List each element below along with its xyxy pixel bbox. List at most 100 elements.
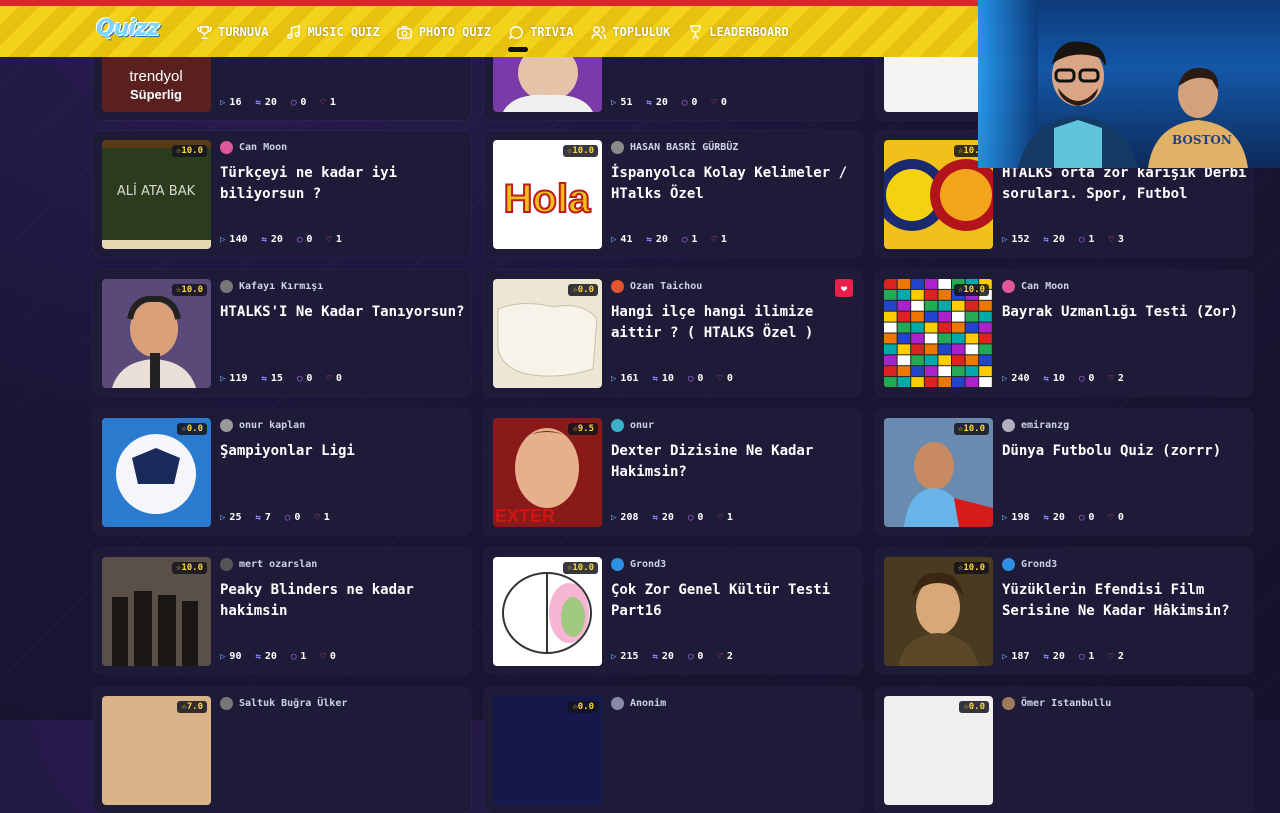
quiz-thumbnail[interactable]: ☆10.0 — [493, 557, 602, 666]
quiz-author[interactable]: onur — [611, 419, 654, 432]
likes-stat[interactable]: ♡ 1 — [326, 234, 341, 245]
quiz-thumbnail[interactable]: ☆0.0 — [102, 418, 211, 527]
nav-item-leaderboard[interactable]: LEADERBOARD — [687, 20, 789, 44]
quiz-stats: ▷ 25 ⇆ 7 ◯ 0 ♡ 1 — [220, 512, 330, 523]
likes-stat[interactable]: ♡ 3 — [1108, 234, 1123, 245]
svg-text:ALİ ATA BAK: ALİ ATA BAK — [117, 183, 196, 199]
author-name: Ömer Istanbullu — [1021, 698, 1112, 709]
rating-badge: ☆10.0 — [562, 562, 598, 574]
quiz-title[interactable]: HTALKS'I Ne Kadar Tanıyorsun? — [220, 302, 465, 323]
likes-stat[interactable]: ♡ 1 — [717, 512, 732, 523]
plays-stat: ▷ 41 — [611, 234, 633, 245]
quiz-thumbnail[interactable]: ☆10.0 — [102, 279, 211, 388]
quiz-card[interactable]: EXTER ☆9.5 onur Dexter Dizisine Ne Kadar Ha… — [484, 409, 862, 535]
quiz-card[interactable]: ☆10.0 Can Moon Bayrak Uzmanlığı Testi (Zor… — [875, 270, 1253, 396]
users-icon — [590, 24, 606, 40]
quiz-title[interactable]: Peaky Blinders ne kadar hakimsin — [220, 580, 465, 622]
quiz-title[interactable]: Türkçeyi ne kadar iyi biliyorsun ? — [220, 163, 465, 205]
rating-badge: ☆10.0 — [953, 423, 989, 435]
plays-stat: ▷ 119 — [220, 373, 248, 384]
rating-badge: ☆10.0 — [171, 562, 207, 574]
quiz-author[interactable]: Kafayı Kırmışı — [220, 280, 323, 293]
plays-stat: ▷ 16 — [220, 97, 242, 108]
likes-stat[interactable]: ♡ 0 — [711, 97, 726, 108]
quiz-card[interactable]: ☆10.0 Kafayı Kırmışı HTALKS'I Ne Kadar Tan… — [93, 270, 471, 396]
quiz-thumbnail[interactable]: Hola ☆10.0 — [493, 140, 602, 249]
quiz-author[interactable]: Saltuk Buğra Ülker — [220, 697, 347, 710]
quiz-card[interactable]: ☆7.0 Saltuk Buğra Ülker — [93, 687, 471, 813]
nav-item-trivia[interactable]: TRIVIA — [508, 20, 573, 52]
play-icon: ▷ — [220, 512, 226, 523]
quiz-thumbnail[interactable]: ☆10.0 — [102, 557, 211, 666]
quiz-title[interactable]: Dexter Dizisine Ne Kadar Hakimsin? — [611, 441, 856, 483]
quiz-card[interactable]: ☆10.0 emiranzg Dünya Futbolu Quiz (zorrr) … — [875, 409, 1253, 535]
quiz-card[interactable]: ☆10.0 Grond3 Çok Zor Genel Kültür Testi Pa… — [484, 548, 862, 674]
nav-item-turnuva[interactable]: TURNUVA — [196, 20, 269, 44]
quiz-card[interactable]: ☆0.0 Ömer Istanbullu — [875, 687, 1253, 813]
likes-stat[interactable]: ♡ 2 — [717, 651, 732, 662]
nav-item-photo-quiz[interactable]: PHOTO QUIZ — [397, 20, 491, 44]
quiz-author[interactable]: Can Moon — [220, 141, 287, 154]
likes-stat[interactable]: ♡ 1 — [320, 97, 335, 108]
quiz-title[interactable]: Yüzüklerin Efendisi Film Serisine Ne Kad… — [1002, 580, 1247, 622]
quiz-card[interactable]: ☆10.0 Grond3 Yüzüklerin Efendisi Film Seri… — [875, 548, 1253, 674]
comments-stat: ◯ 0 — [284, 512, 301, 523]
quiz-author[interactable]: HASAN BASRİ GÜRBÜZ — [611, 141, 738, 154]
quiz-card[interactable]: ☆10.0 mert ozarslan Peaky Blinders ne kada… — [93, 548, 471, 674]
quiz-card[interactable]: ☆0.0 Ozan Taichou ❤ Hangi ilçe hangi ilimiz… — [484, 270, 862, 396]
likes-stat[interactable]: ♡ 0 — [717, 373, 732, 384]
quiz-thumbnail[interactable]: ALİ ATA BAK ☆10.0 — [102, 140, 211, 249]
quiz-thumbnail[interactable]: ☆10.0 — [884, 557, 993, 666]
site-logo[interactable]: Quizz — [96, 16, 160, 41]
gift-icon[interactable]: ❤ — [835, 279, 853, 297]
likes-stat[interactable]: ♡ 1 — [314, 512, 329, 523]
quiz-author[interactable]: onur kaplan — [220, 419, 305, 432]
quiz-author[interactable]: Ömer Istanbullu — [1002, 697, 1111, 710]
quiz-thumbnail[interactable]: EXTER ☆9.5 — [493, 418, 602, 527]
comment-icon: ◯ — [681, 97, 688, 108]
likes-stat[interactable]: ♡ 0 — [1108, 512, 1123, 523]
avatar — [1002, 280, 1015, 293]
quiz-thumbnail[interactable]: ☆0.0 — [493, 279, 602, 388]
plays-stat: ▷ 25 — [220, 512, 242, 523]
quiz-thumbnail[interactable]: ☆0.0 — [884, 696, 993, 805]
quiz-card[interactable]: Hola ☆10.0 HASAN BASRİ GÜRBÜZ İspanyolca Ko… — [484, 131, 862, 257]
avatar — [1002, 558, 1015, 571]
questions-stat: ⇆ 20 — [1043, 512, 1065, 523]
quiz-author[interactable]: Ozan Taichou — [611, 280, 702, 293]
quiz-title[interactable]: İspanyolca Kolay Kelimeler / HTalks Özel — [611, 163, 856, 205]
quiz-title[interactable]: Çok Zor Genel Kültür Testi Part16 — [611, 580, 856, 622]
quiz-thumbnail[interactable]: ☆10.0 — [884, 140, 993, 249]
quiz-card[interactable]: ALİ ATA BAK ☆10.0 Can Moon Türkçeyi ne kada… — [93, 131, 471, 257]
author-name: Saltuk Buğra Ülker — [239, 698, 348, 709]
quiz-author[interactable]: Grond3 — [611, 558, 666, 571]
quiz-author[interactable]: Grond3 — [1002, 558, 1057, 571]
quiz-author[interactable]: emiranzg — [1002, 419, 1069, 432]
rating-badge: ☆0.0 — [568, 284, 598, 296]
quiz-thumbnail[interactable]: ☆0.0 — [493, 696, 602, 805]
quiz-title[interactable]: Dünya Futbolu Quiz (zorrr) — [1002, 441, 1247, 462]
quiz-author[interactable]: Anonim — [611, 697, 666, 710]
likes-stat[interactable]: ♡ 0 — [326, 373, 341, 384]
quiz-author[interactable]: mert ozarslan — [220, 558, 317, 571]
quiz-author[interactable]: Can Moon — [1002, 280, 1069, 293]
likes-stat[interactable]: ♡ 1 — [711, 234, 726, 245]
likes-stat[interactable]: ♡ 0 — [320, 651, 335, 662]
nav-item-topluluk[interactable]: TOPLULUK — [590, 20, 670, 44]
quiz-title[interactable]: Bayrak Uzmanlığı Testi (Zor) — [1002, 302, 1247, 323]
quiz-title[interactable]: Hangi ilçe hangi ilimize aittir ? ( HTAL… — [611, 302, 856, 344]
quiz-thumbnail[interactable]: ☆10.0 — [884, 418, 993, 527]
play-icon: ▷ — [220, 373, 226, 384]
likes-stat[interactable]: ♡ 2 — [1108, 651, 1123, 662]
quiz-title[interactable]: HTALKS orta zor karışık Derbi soruları. … — [1002, 163, 1247, 205]
nav-label: LEADERBOARD — [709, 25, 789, 39]
likes-stat[interactable]: ♡ 2 — [1108, 373, 1123, 384]
quiz-thumbnail[interactable]: ☆10.0 — [884, 279, 993, 388]
play-icon: ▷ — [220, 651, 226, 662]
quiz-title[interactable]: Şampiyonlar Ligi — [220, 441, 465, 462]
quiz-card[interactable]: ☆0.0 onur kaplan Şampiyonlar Ligi ▷ 25 ⇆ 7 ◯… — [93, 409, 471, 535]
quiz-card[interactable]: ☆0.0 Anonim — [484, 687, 862, 813]
nav-item-music-quiz[interactable]: MUSIC QUIZ — [286, 20, 380, 44]
quiz-thumbnail[interactable]: ☆7.0 — [102, 696, 211, 805]
award-icon — [687, 24, 703, 40]
